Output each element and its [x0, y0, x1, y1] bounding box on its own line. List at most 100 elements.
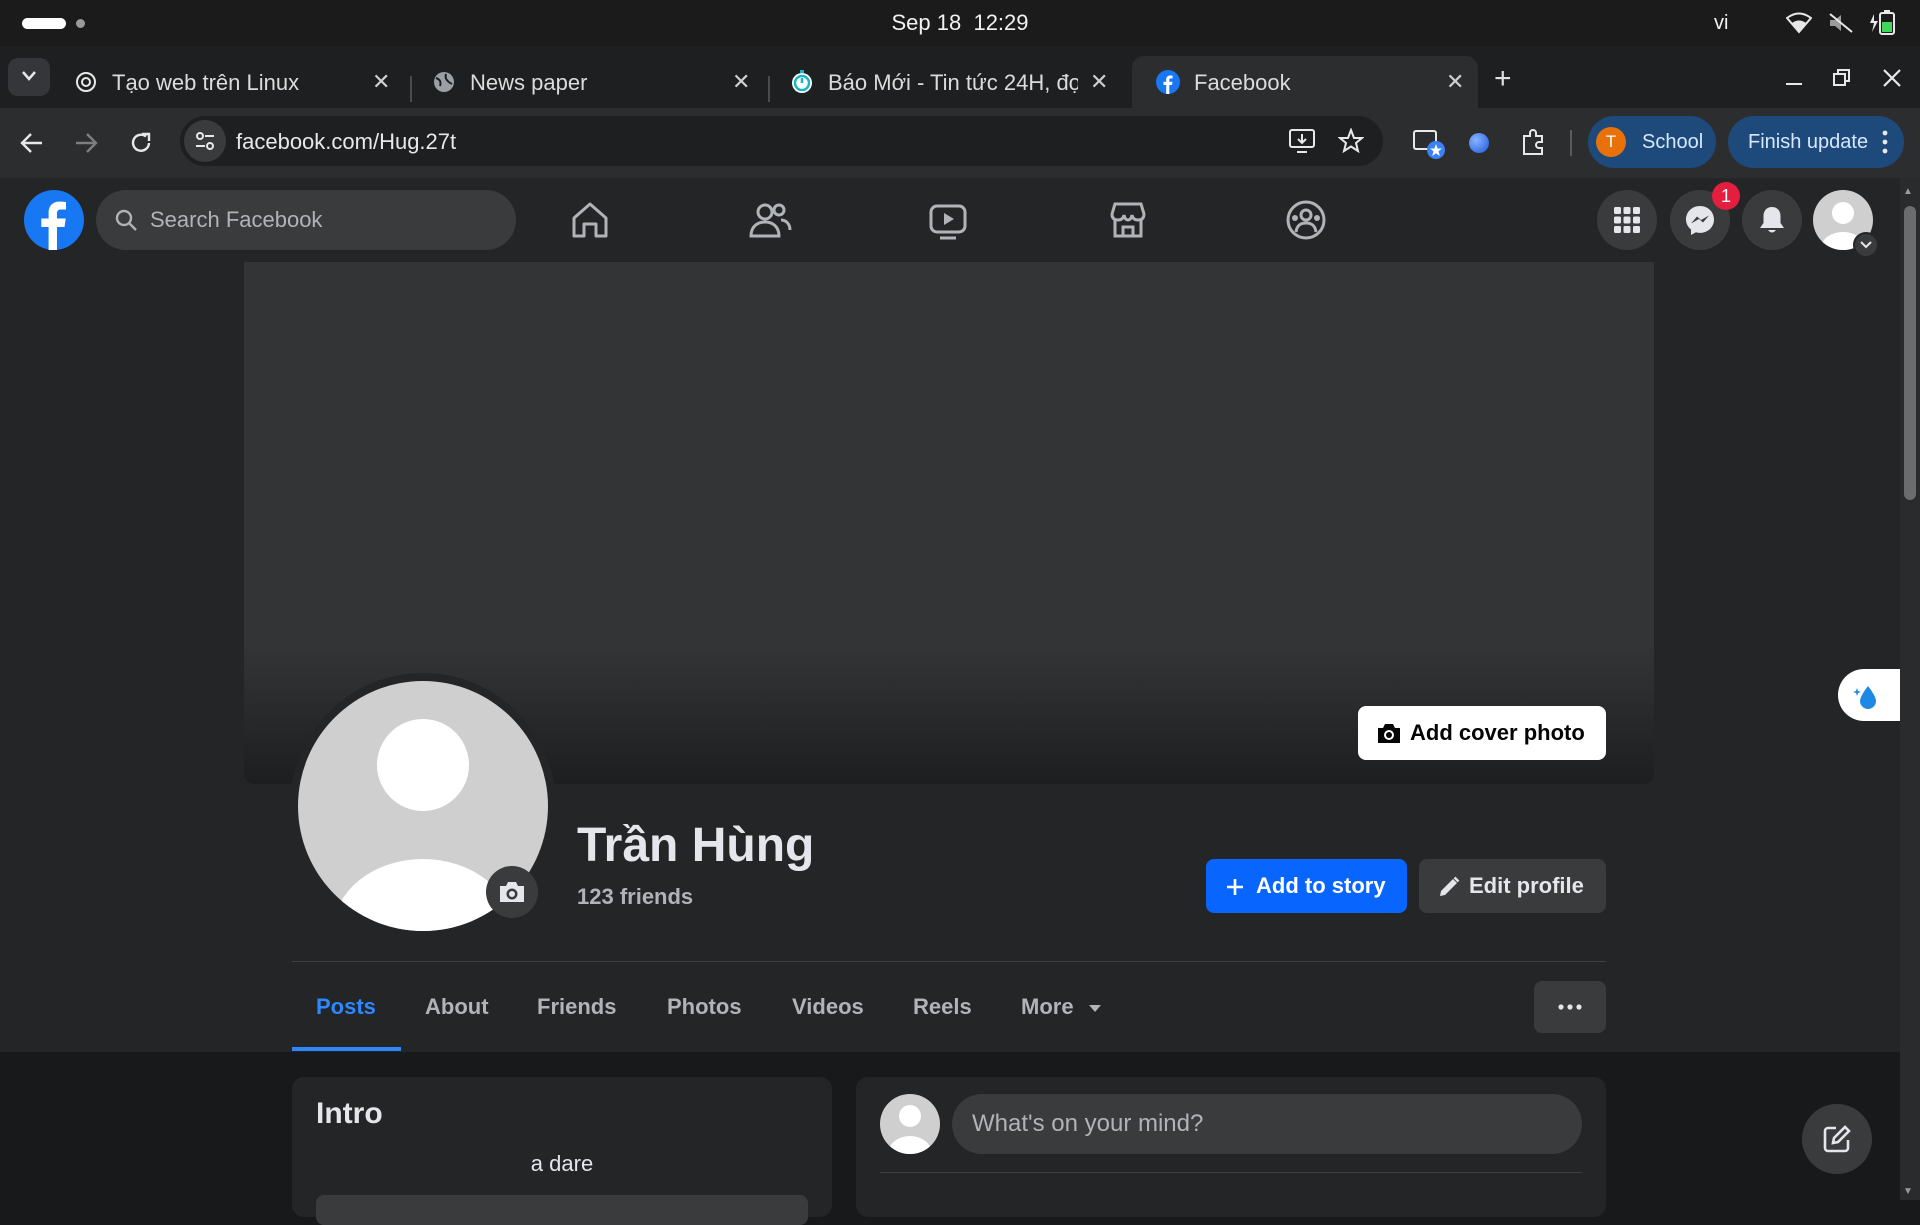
back-icon[interactable] [20, 132, 44, 154]
post-composer-card: What's on your mind? [856, 1077, 1606, 1217]
bookmark-star-icon[interactable] [1338, 128, 1364, 154]
wifi-icon[interactable] [1786, 12, 1812, 34]
tab-title: Tạo web trên Linux [112, 70, 300, 95]
default-avatar-icon [888, 1105, 932, 1154]
clock-date: Sep 18 [891, 10, 962, 35]
menu-button[interactable] [1597, 190, 1657, 250]
intro-title: Intro [316, 1097, 383, 1130]
marketplace-icon[interactable] [1106, 198, 1150, 242]
update-profile-picture-button[interactable] [486, 866, 538, 918]
tab-about[interactable]: About [425, 994, 489, 1020]
address-bar[interactable]: facebook.com/Hug.27t [180, 116, 1383, 166]
browser-tab-strip: Tạo web trên Linux ✕ News paper ✕ Báo Mớ… [0, 46, 1920, 108]
edit-profile-button[interactable]: Edit profile [1419, 859, 1606, 913]
scrollbar-thumb[interactable] [1904, 206, 1916, 500]
finish-update-button[interactable]: Finish update [1728, 116, 1904, 168]
home-icon[interactable] [568, 198, 612, 242]
volume-muted-icon[interactable] [1828, 12, 1854, 34]
url-text: facebook.com/Hug.27t [236, 129, 457, 154]
caret-down-icon [1088, 1004, 1101, 1012]
water-drop-sparkle-icon [1853, 686, 1876, 709]
camera-icon [500, 882, 524, 902]
minimize-icon[interactable] [1784, 68, 1804, 88]
profile-more-options-button[interactable] [1534, 981, 1606, 1033]
close-icon[interactable]: ✕ [1446, 69, 1464, 95]
edit-profile-label: Edit profile [1469, 873, 1584, 898]
tab-friends[interactable]: Friends [537, 994, 616, 1020]
tab-reels[interactable]: Reels [913, 994, 972, 1020]
add-cover-photo-label: Add cover photo [1410, 720, 1585, 745]
profile-name: School [1642, 131, 1704, 153]
kebab-menu-icon[interactable] [1882, 130, 1888, 154]
new-message-button[interactable] [1802, 1104, 1872, 1174]
close-icon[interactable]: ✕ [372, 69, 390, 95]
watch-video-icon[interactable] [926, 198, 970, 242]
tab-search-button[interactable] [8, 58, 50, 96]
profile-chip[interactable]: T School [1588, 116, 1716, 168]
friends-icon[interactable] [748, 198, 792, 242]
scroll-down-arrow-icon[interactable]: ▼ [1903, 1186, 1913, 1197]
facebook-search-input[interactable]: Search Facebook [96, 190, 516, 250]
tab-videos[interactable]: Videos [792, 994, 864, 1020]
site-info-button[interactable] [184, 120, 226, 162]
chevron-down-icon [22, 71, 36, 81]
extensions-puzzle-icon[interactable] [1520, 128, 1548, 156]
forward-icon[interactable] [74, 132, 98, 154]
tab-more-label: More [1021, 994, 1074, 1019]
messenger-badge: 1 [1712, 182, 1740, 210]
composer-divider [880, 1172, 1582, 1173]
tab-tao-web[interactable]: Tạo web trên Linux ✕ [50, 56, 402, 108]
more-horizontal-icon [1558, 1004, 1582, 1010]
groups-icon[interactable] [1284, 198, 1328, 242]
reload-icon[interactable] [128, 130, 154, 156]
add-to-story-label: Add to story [1256, 873, 1386, 898]
cast-bookmark-icon[interactable] [1412, 128, 1446, 160]
new-tab-button[interactable]: + [1494, 62, 1512, 96]
composer-avatar[interactable] [880, 1094, 940, 1154]
close-icon[interactable]: ✕ [732, 69, 750, 95]
compose-icon [1823, 1125, 1851, 1153]
tab-bao-moi[interactable]: Báo Mới - Tin tức 24H, đọ ✕ [766, 56, 1118, 108]
profile-divider [292, 961, 1606, 962]
clock[interactable]: Sep 18 12:29 [0, 10, 1920, 36]
tab-posts[interactable]: Posts [316, 994, 376, 1020]
facebook-header: Search Facebook 1 [0, 178, 1900, 263]
composer-placeholder: What's on your mind? [972, 1110, 1204, 1137]
tab-title: Facebook [1194, 70, 1291, 95]
input-language[interactable]: vi [1714, 12, 1728, 35]
tab-photos[interactable]: Photos [667, 994, 742, 1020]
intro-bio: a dare [530, 1151, 594, 1176]
close-icon[interactable]: ✕ [1090, 69, 1108, 95]
close-window-icon[interactable] [1882, 68, 1902, 88]
stopwatch-icon [792, 70, 812, 93]
chevron-down-icon [1860, 241, 1872, 249]
tab-title: News paper [470, 70, 588, 95]
openai-icon [76, 72, 96, 92]
restore-icon[interactable] [1832, 68, 1852, 88]
friends-count[interactable]: 123 friends [577, 884, 693, 910]
finish-update-label: Finish update [1748, 131, 1869, 153]
plus-icon [1227, 879, 1243, 895]
tab-news-paper[interactable]: News paper ✕ [408, 56, 760, 108]
notifications-button[interactable] [1742, 190, 1802, 250]
clock-time: 12:29 [973, 10, 1029, 35]
account-menu-button[interactable] [1853, 232, 1879, 258]
search-icon [115, 209, 137, 231]
tab-facebook[interactable]: Facebook ✕ [1132, 56, 1478, 108]
tab-title: Báo Mới - Tin tức 24H, đọ [828, 70, 1078, 95]
messenger-icon [1686, 206, 1714, 235]
tab-more[interactable]: More [1021, 994, 1102, 1020]
battery-charging-icon[interactable] [1868, 10, 1900, 36]
pencil-icon [1440, 876, 1460, 896]
whats-on-your-mind-input[interactable]: What's on your mind? [952, 1094, 1582, 1154]
add-cover-photo-button[interactable]: Add cover photo [1358, 706, 1606, 760]
toolbar-separator [1570, 130, 1572, 156]
profile-initial-avatar: T [1596, 127, 1626, 157]
facebook-logo[interactable] [24, 190, 84, 250]
scroll-up-arrow-icon[interactable]: ▲ [1903, 186, 1913, 197]
add-to-story-button[interactable]: Add to story [1206, 859, 1407, 913]
search-placeholder: Search Facebook [150, 207, 323, 232]
floating-extension-pill[interactable] [1838, 669, 1900, 721]
extension-blue-dot-icon[interactable] [1469, 133, 1489, 153]
install-app-icon[interactable] [1288, 128, 1316, 154]
